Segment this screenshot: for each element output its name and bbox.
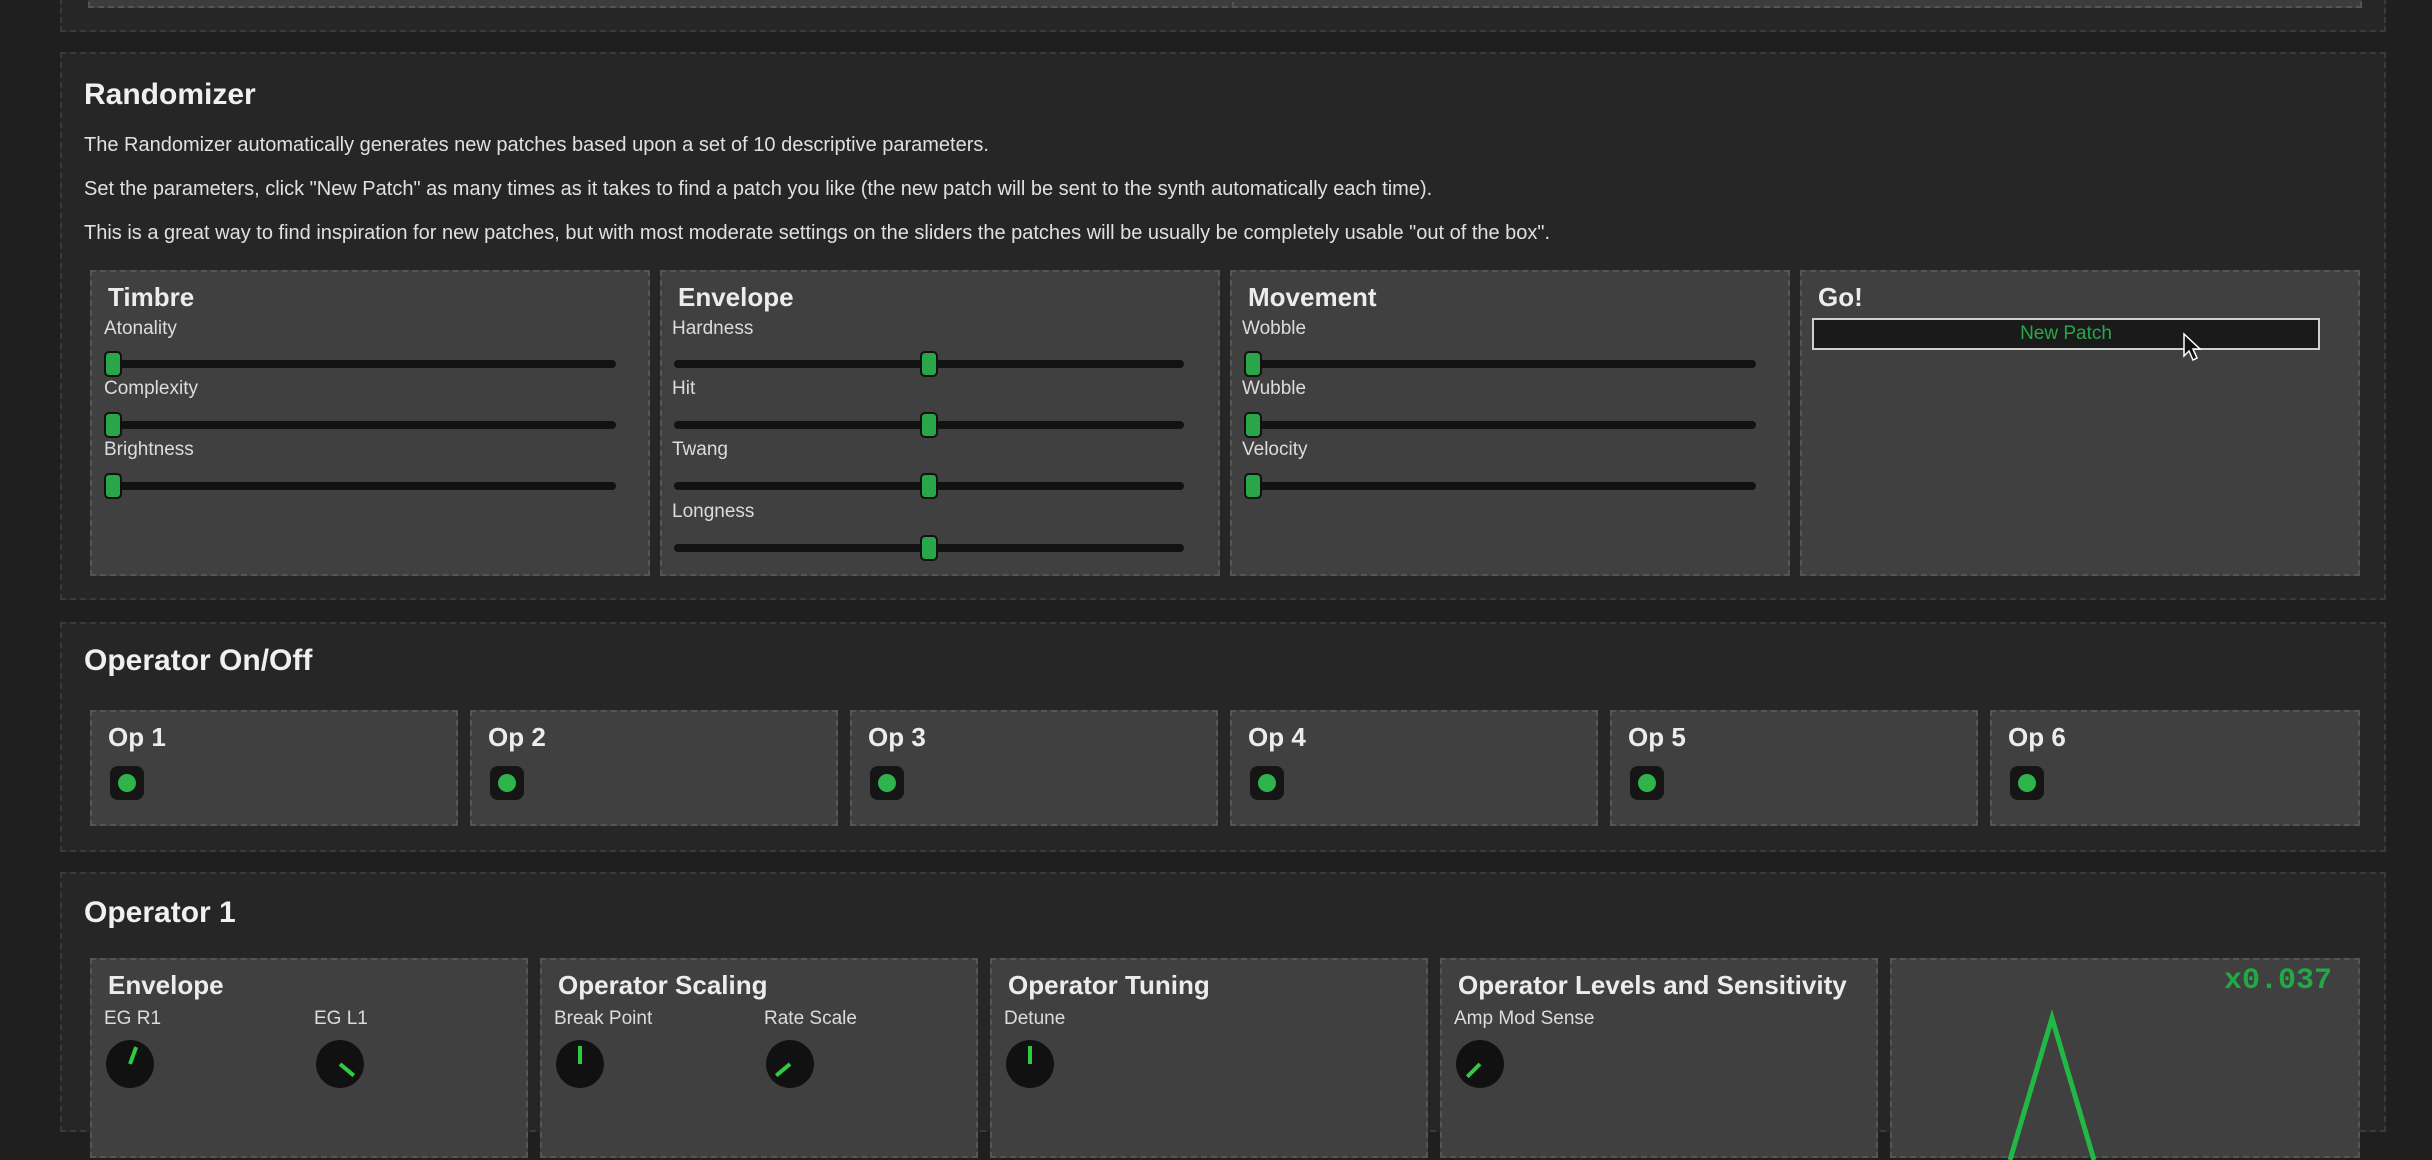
break-point-label: Break Point: [554, 1008, 653, 1029]
op-3-panel: Op 3: [850, 710, 1218, 826]
velocity-label: Velocity: [1242, 439, 1308, 460]
operator-levels-title: Operator Levels and Sensitivity: [1458, 970, 1847, 1000]
hardness-slider-thumb[interactable]: [920, 351, 938, 377]
atonality-slider-thumb[interactable]: [104, 351, 122, 377]
envelope-title: Envelope: [678, 282, 794, 312]
operator-tuning-title: Operator Tuning: [1008, 970, 1210, 1000]
hit-label: Hit: [672, 378, 696, 399]
randomizer-desc-1: The Randomizer automatically generates n…: [84, 134, 989, 156]
op-6-label: Op 6: [2008, 722, 2066, 752]
movement-title: Movement: [1248, 282, 1377, 312]
op-2-toggle[interactable]: [490, 766, 524, 800]
eg-r1-label: EG R1: [104, 1008, 162, 1029]
operator-tuning-panel: Operator Tuning Detune: [990, 958, 1428, 1158]
op-4-label: Op 4: [1248, 722, 1306, 752]
complexity-label: Complexity: [104, 378, 198, 399]
operator-levels-panel: Operator Levels and Sensitivity Amp Mod …: [1440, 958, 1878, 1158]
rate-scale-knob[interactable]: [766, 1040, 814, 1088]
movement-panel: Movement Wobble Wubble Velocity: [1230, 270, 1790, 576]
longness-slider[interactable]: [674, 535, 1184, 561]
operator-1-section: Operator 1 Envelope EG R1 EG L1 Operator…: [60, 872, 2386, 1160]
envelope-graph: [2007, 1009, 2097, 1160]
mouse-cursor-icon: [2183, 332, 2202, 362]
timbre-panel: Timbre Atonality Complexity Brightness: [90, 270, 650, 576]
op-4-toggle[interactable]: [1250, 766, 1284, 800]
wobble-slider[interactable]: [1244, 351, 1756, 377]
eg-l1-label: EG L1: [314, 1008, 368, 1029]
new-patch-button[interactable]: New Patch: [1812, 318, 2320, 350]
op-4-led-icon: [1258, 774, 1276, 792]
atonality-slider[interactable]: [104, 351, 616, 377]
op-2-label: Op 2: [488, 722, 546, 752]
op-3-toggle[interactable]: [870, 766, 904, 800]
operator-1-title: Operator 1: [84, 896, 236, 929]
detune-knob[interactable]: [1006, 1040, 1054, 1088]
hit-slider[interactable]: [674, 412, 1184, 438]
longness-label: Longness: [672, 501, 755, 522]
wubble-slider-thumb[interactable]: [1244, 412, 1262, 438]
brightness-slider[interactable]: [104, 473, 616, 499]
eg-r1-knob[interactable]: [106, 1040, 154, 1088]
velocity-slider[interactable]: [1244, 473, 1756, 499]
operator-scaling-title: Operator Scaling: [558, 970, 768, 1000]
op-5-toggle[interactable]: [1630, 766, 1664, 800]
previous-section: [60, 0, 2386, 32]
op-1-toggle[interactable]: [110, 766, 144, 800]
wobble-slider-thumb[interactable]: [1244, 351, 1262, 377]
break-point-knob[interactable]: [556, 1040, 604, 1088]
complexity-slider-thumb[interactable]: [104, 412, 122, 438]
op-5-led-icon: [1638, 774, 1656, 792]
operator-onoff-section: Operator On/Off Op 1 Op 2 Op 3 Op 4 Op 5…: [60, 622, 2386, 852]
op1-envelope-title: Envelope: [108, 970, 224, 1000]
hardness-label: Hardness: [672, 318, 754, 339]
hardness-slider[interactable]: [674, 351, 1184, 377]
op-6-led-icon: [2018, 774, 2036, 792]
randomizer-section: Randomizer The Randomizer automatically …: [60, 52, 2386, 600]
op-6-panel: Op 6: [1990, 710, 2360, 826]
complexity-slider[interactable]: [104, 412, 616, 438]
op1-envelope-panel: Envelope EG R1 EG L1: [90, 958, 528, 1158]
op-6-toggle[interactable]: [2010, 766, 2044, 800]
wubble-slider[interactable]: [1244, 412, 1756, 438]
detune-label: Detune: [1004, 1008, 1066, 1029]
randomizer-desc-3: This is a great way to find inspiration …: [84, 222, 1551, 244]
op-5-label: Op 5: [1628, 722, 1686, 752]
op-2-panel: Op 2: [470, 710, 838, 826]
brightness-slider-thumb[interactable]: [104, 473, 122, 499]
amp-mod-sense-label: Amp Mod Sense: [1454, 1008, 1595, 1029]
timbre-title: Timbre: [108, 282, 195, 312]
op-3-label: Op 3: [868, 722, 926, 752]
op-1-label: Op 1: [108, 722, 166, 752]
hit-slider-thumb[interactable]: [920, 412, 938, 438]
operator-scaling-panel: Operator Scaling Break Point Rate Scale: [540, 958, 978, 1158]
go-title: Go!: [1818, 282, 1863, 312]
wobble-label: Wobble: [1242, 318, 1307, 339]
wubble-label: Wubble: [1242, 378, 1307, 399]
op-3-led-icon: [878, 774, 896, 792]
go-panel: Go! New Patch: [1800, 270, 2360, 576]
previous-panel-right: [1232, 0, 2362, 8]
eg-l1-knob[interactable]: [316, 1040, 364, 1088]
amp-mod-sense-knob[interactable]: [1456, 1040, 1504, 1088]
randomizer-title: Randomizer: [84, 78, 256, 111]
atonality-label: Atonality: [104, 318, 177, 339]
randomizer-desc-2: Set the parameters, click "New Patch" as…: [84, 178, 1433, 200]
operator-onoff-title: Operator On/Off: [84, 644, 313, 677]
envelope-panel: Envelope Hardness Hit Twang Longness: [660, 270, 1220, 576]
twang-slider[interactable]: [674, 473, 1184, 499]
op-5-panel: Op 5: [1610, 710, 1978, 826]
op-4-panel: Op 4: [1230, 710, 1598, 826]
velocity-slider-thumb[interactable]: [1244, 473, 1262, 499]
envelope-display-panel: x0.037: [1890, 958, 2360, 1160]
twang-slider-thumb[interactable]: [920, 473, 938, 499]
longness-slider-thumb[interactable]: [920, 535, 938, 561]
twang-label: Twang: [672, 439, 728, 460]
op-2-led-icon: [498, 774, 516, 792]
previous-panel-left: [88, 0, 1248, 8]
op-1-led-icon: [118, 774, 136, 792]
rate-scale-label: Rate Scale: [764, 1008, 857, 1029]
op-1-panel: Op 1: [90, 710, 458, 826]
brightness-label: Brightness: [104, 439, 194, 460]
